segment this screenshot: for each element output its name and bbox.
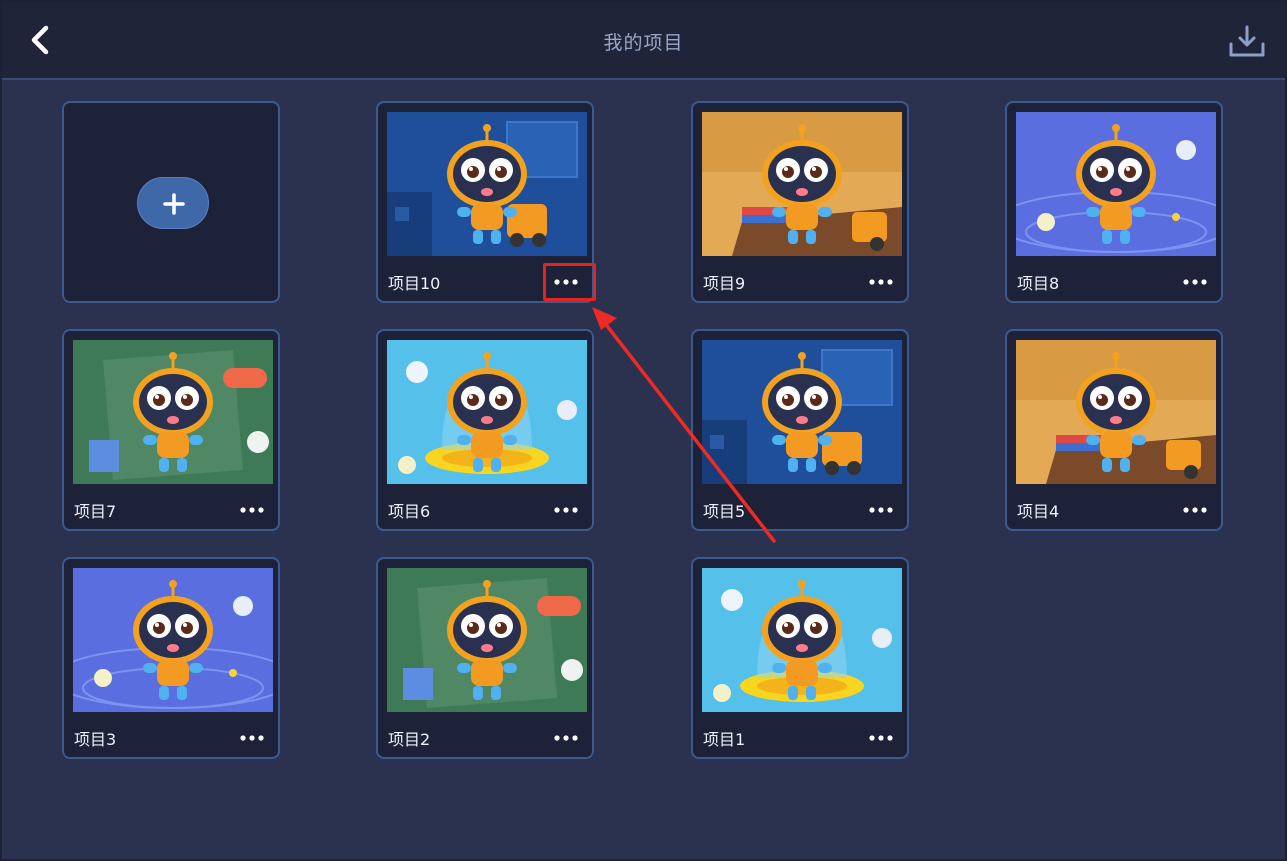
project-name: 项目7 xyxy=(74,502,117,521)
more-horizontal-icon xyxy=(240,735,264,741)
project-thumbnail-image xyxy=(387,568,587,712)
project-name: 项目6 xyxy=(388,502,431,521)
more-options-button[interactable] xyxy=(1177,271,1213,293)
download-icon xyxy=(1229,25,1265,57)
more-options-button[interactable] xyxy=(863,271,899,293)
more-horizontal-icon xyxy=(1183,279,1207,285)
project-card[interactable]: 项目8 xyxy=(1005,101,1223,303)
project-card[interactable]: 项目7 xyxy=(62,329,280,531)
more-horizontal-icon xyxy=(240,507,264,513)
project-card[interactable]: 项目1 xyxy=(691,557,909,759)
more-options-button[interactable] xyxy=(548,499,584,521)
more-horizontal-icon xyxy=(869,507,893,513)
project-card[interactable]: 项目4 xyxy=(1005,329,1223,531)
more-horizontal-icon xyxy=(554,507,578,513)
project-card[interactable]: 项目3 xyxy=(62,557,280,759)
project-thumbnail-image xyxy=(387,112,587,256)
more-options-button[interactable] xyxy=(1177,499,1213,521)
more-options-button[interactable] xyxy=(234,727,270,749)
project-name: 项目5 xyxy=(703,502,746,521)
project-thumbnail[interactable] xyxy=(73,340,273,484)
top-bar: 我的项目 xyxy=(0,0,1287,80)
project-thumbnail[interactable] xyxy=(702,112,902,256)
project-name: 项目2 xyxy=(388,730,431,749)
project-thumbnail-image xyxy=(1016,340,1216,484)
more-options-button[interactable] xyxy=(548,727,584,749)
more-horizontal-icon xyxy=(869,279,893,285)
project-name: 项目9 xyxy=(703,274,746,293)
add-project-button[interactable] xyxy=(137,177,209,229)
project-thumbnail[interactable] xyxy=(387,112,587,256)
project-card[interactable]: 项目6 xyxy=(376,329,594,531)
project-name: 项目8 xyxy=(1017,274,1060,293)
project-name: 项目1 xyxy=(703,730,746,749)
project-thumbnail-image xyxy=(73,340,273,484)
more-options-button[interactable] xyxy=(234,499,270,521)
plus-icon xyxy=(163,193,185,215)
more-options-button[interactable] xyxy=(863,499,899,521)
project-thumbnail[interactable] xyxy=(702,340,902,484)
project-card[interactable]: 项目2 xyxy=(376,557,594,759)
project-thumbnail[interactable] xyxy=(73,568,273,712)
project-thumbnail[interactable] xyxy=(1016,112,1216,256)
project-thumbnail-image xyxy=(387,340,587,484)
project-thumbnail-image xyxy=(1016,112,1216,256)
add-project-card[interactable] xyxy=(62,101,280,303)
project-name: 项目4 xyxy=(1017,502,1060,521)
project-thumbnail[interactable] xyxy=(702,568,902,712)
project-thumbnail-image xyxy=(702,340,902,484)
project-thumbnail-image xyxy=(73,568,273,712)
download-button[interactable] xyxy=(1226,22,1268,62)
more-horizontal-icon xyxy=(1183,507,1207,513)
more-horizontal-icon xyxy=(554,735,578,741)
project-thumbnail-image xyxy=(702,568,902,712)
more-options-button[interactable] xyxy=(863,727,899,749)
more-button-highlight xyxy=(543,263,596,301)
project-name: 项目10 xyxy=(388,274,441,293)
project-card[interactable]: 项目5 xyxy=(691,329,909,531)
page-title: 我的项目 xyxy=(603,32,684,54)
project-card[interactable]: 项目9 xyxy=(691,101,909,303)
project-thumbnail[interactable] xyxy=(1016,340,1216,484)
project-thumbnail[interactable] xyxy=(387,340,587,484)
project-thumbnail[interactable] xyxy=(387,568,587,712)
more-horizontal-icon xyxy=(869,735,893,741)
project-thumbnail-image xyxy=(702,112,902,256)
project-name: 项目3 xyxy=(74,730,117,749)
